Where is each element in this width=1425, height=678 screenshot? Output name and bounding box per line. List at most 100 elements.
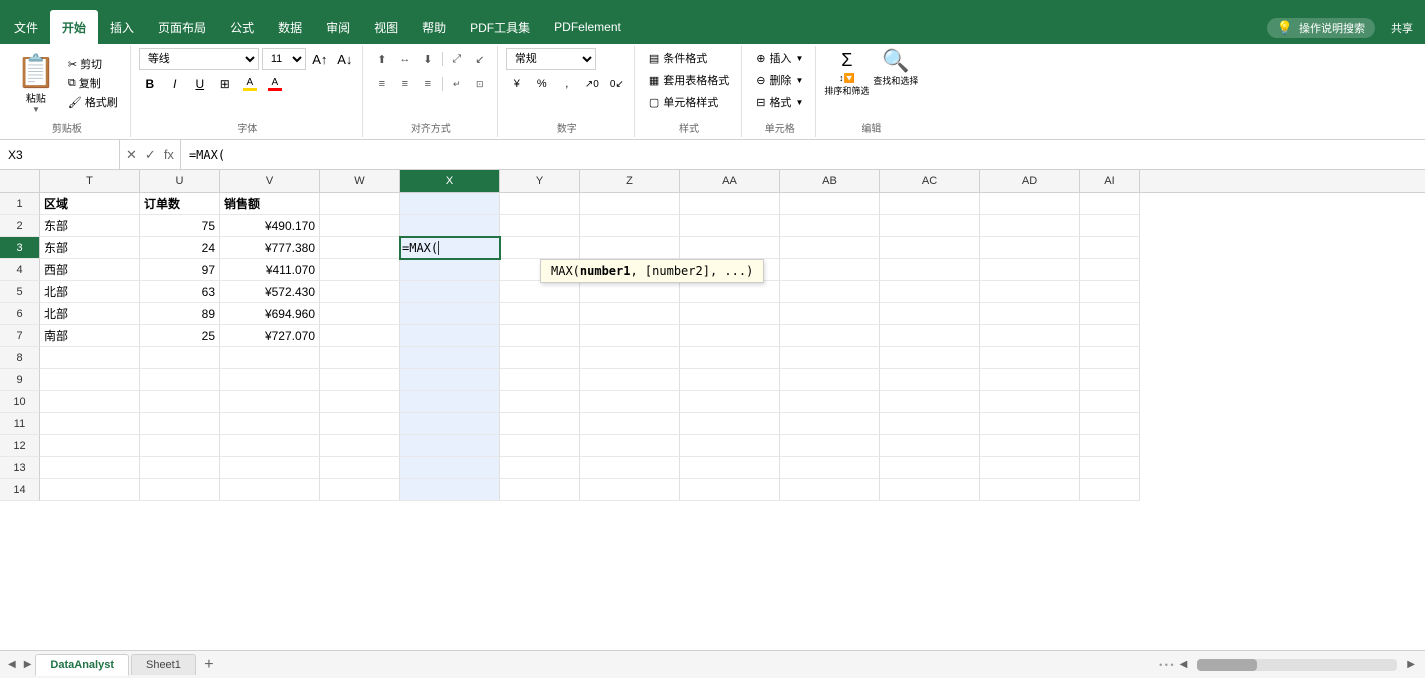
cell-Y2[interactable] bbox=[500, 215, 580, 237]
cell-Y12[interactable] bbox=[500, 435, 580, 457]
cell-AC9[interactable] bbox=[880, 369, 980, 391]
cell-AA9[interactable] bbox=[680, 369, 780, 391]
paste-button[interactable]: 📋 粘贴 ▼ bbox=[10, 48, 62, 118]
cell-X5[interactable] bbox=[400, 281, 500, 303]
cell-W13[interactable] bbox=[320, 457, 400, 479]
col-header-U[interactable]: U bbox=[140, 170, 220, 192]
cell-Y1[interactable] bbox=[500, 193, 580, 215]
cell-Z3[interactable] bbox=[580, 237, 680, 259]
cell-T6[interactable]: 北部 bbox=[40, 303, 140, 325]
cell-AE5[interactable] bbox=[1080, 281, 1140, 303]
comma-button[interactable]: , bbox=[556, 73, 578, 95]
cell-W8[interactable] bbox=[320, 347, 400, 369]
cell-T2[interactable]: 东部 bbox=[40, 215, 140, 237]
row-header-12[interactable]: 12 bbox=[0, 435, 40, 457]
cell-AC13[interactable] bbox=[880, 457, 980, 479]
copy-button[interactable]: ⧉ 复制 bbox=[64, 74, 122, 92]
cell-AB8[interactable] bbox=[780, 347, 880, 369]
row-header-8[interactable]: 8 bbox=[0, 347, 40, 369]
cell-AA2[interactable] bbox=[680, 215, 780, 237]
cell-Y6[interactable] bbox=[500, 303, 580, 325]
tab-layout[interactable]: 页面布局 bbox=[146, 10, 218, 44]
indent-decrease-button[interactable]: ↙ bbox=[469, 48, 491, 70]
cell-U8[interactable] bbox=[140, 347, 220, 369]
row-header-5[interactable]: 5 bbox=[0, 281, 40, 303]
cell-X6[interactable] bbox=[400, 303, 500, 325]
cell-U9[interactable] bbox=[140, 369, 220, 391]
cell-Z6[interactable] bbox=[580, 303, 680, 325]
tab-home[interactable]: 开始 bbox=[50, 10, 98, 44]
cell-Y14[interactable] bbox=[500, 479, 580, 501]
cell-W7[interactable] bbox=[320, 325, 400, 347]
tab-data[interactable]: 数据 bbox=[266, 10, 314, 44]
delete-button[interactable]: ⊖ 删除 ▼ bbox=[750, 70, 809, 90]
share-button[interactable]: 共享 bbox=[1391, 20, 1413, 36]
cell-X8[interactable] bbox=[400, 347, 500, 369]
cell-AC7[interactable] bbox=[880, 325, 980, 347]
cell-AC14[interactable] bbox=[880, 479, 980, 501]
cell-V7[interactable]: ¥727.070 bbox=[220, 325, 320, 347]
tab-review[interactable]: 审阅 bbox=[314, 10, 362, 44]
cell-X7[interactable] bbox=[400, 325, 500, 347]
cell-AD9[interactable] bbox=[980, 369, 1080, 391]
cell-U2[interactable]: 75 bbox=[140, 215, 220, 237]
formula-input[interactable]: =MAX( bbox=[181, 140, 1425, 169]
cell-T11[interactable] bbox=[40, 413, 140, 435]
cell-V13[interactable] bbox=[220, 457, 320, 479]
horizontal-scroll-left[interactable]: ◀ bbox=[1178, 657, 1190, 672]
cell-AB7[interactable] bbox=[780, 325, 880, 347]
cell-AA6[interactable] bbox=[680, 303, 780, 325]
row-header-1[interactable]: 1 bbox=[0, 193, 40, 215]
bold-button[interactable]: B bbox=[139, 73, 161, 95]
row-header-13[interactable]: 13 bbox=[0, 457, 40, 479]
cell-Y5[interactable] bbox=[500, 281, 580, 303]
increase-decimal-button[interactable]: ↗0 bbox=[581, 73, 603, 95]
cell-AE8[interactable] bbox=[1080, 347, 1140, 369]
row-header-4[interactable]: 4 bbox=[0, 259, 40, 281]
cell-T13[interactable] bbox=[40, 457, 140, 479]
row-header-6[interactable]: 6 bbox=[0, 303, 40, 325]
cell-T8[interactable] bbox=[40, 347, 140, 369]
cell-AE6[interactable] bbox=[1080, 303, 1140, 325]
cell-T7[interactable]: 南部 bbox=[40, 325, 140, 347]
cell-W11[interactable] bbox=[320, 413, 400, 435]
cell-V12[interactable] bbox=[220, 435, 320, 457]
cell-AB13[interactable] bbox=[780, 457, 880, 479]
row-header-14[interactable]: 14 bbox=[0, 479, 40, 501]
cell-U5[interactable]: 63 bbox=[140, 281, 220, 303]
cancel-formula-button[interactable]: ✕ bbox=[124, 145, 139, 165]
italic-button[interactable]: I bbox=[164, 73, 186, 95]
align-bottom-button[interactable]: ⬇ bbox=[417, 48, 439, 70]
wrap-text-button[interactable]: ↵ bbox=[446, 73, 468, 95]
cell-Y8[interactable] bbox=[500, 347, 580, 369]
tab-insert[interactable]: 插入 bbox=[98, 10, 146, 44]
cell-AC6[interactable] bbox=[880, 303, 980, 325]
cell-X14[interactable] bbox=[400, 479, 500, 501]
cell-Y10[interactable] bbox=[500, 391, 580, 413]
row-header-9[interactable]: 9 bbox=[0, 369, 40, 391]
cell-Z5[interactable] bbox=[580, 281, 680, 303]
cell-AC12[interactable] bbox=[880, 435, 980, 457]
cell-W9[interactable] bbox=[320, 369, 400, 391]
cell-AC11[interactable] bbox=[880, 413, 980, 435]
insert-button[interactable]: ⊕ 插入 ▼ bbox=[750, 48, 809, 68]
cell-AB5[interactable] bbox=[780, 281, 880, 303]
cell-V5[interactable]: ¥572.430 bbox=[220, 281, 320, 303]
cell-AB1[interactable] bbox=[780, 193, 880, 215]
cell-W10[interactable] bbox=[320, 391, 400, 413]
cell-AB14[interactable] bbox=[780, 479, 880, 501]
cell-V6[interactable]: ¥694.960 bbox=[220, 303, 320, 325]
number-format-select[interactable]: 常规 bbox=[506, 48, 596, 70]
search-box[interactable]: 💡 操作说明搜索 bbox=[1267, 18, 1375, 38]
cell-V1[interactable]: 销售额 bbox=[220, 193, 320, 215]
cell-AB6[interactable] bbox=[780, 303, 880, 325]
col-header-AB[interactable]: AB bbox=[780, 170, 880, 192]
cell-T12[interactable] bbox=[40, 435, 140, 457]
cell-AD5[interactable] bbox=[980, 281, 1080, 303]
tab-pdf-tools[interactable]: PDF工具集 bbox=[458, 10, 542, 44]
align-top-button[interactable]: ⬆ bbox=[371, 48, 393, 70]
cell-AE7[interactable] bbox=[1080, 325, 1140, 347]
cell-AB10[interactable] bbox=[780, 391, 880, 413]
align-right-button[interactable]: ≡ bbox=[417, 73, 439, 95]
cell-AD14[interactable] bbox=[980, 479, 1080, 501]
